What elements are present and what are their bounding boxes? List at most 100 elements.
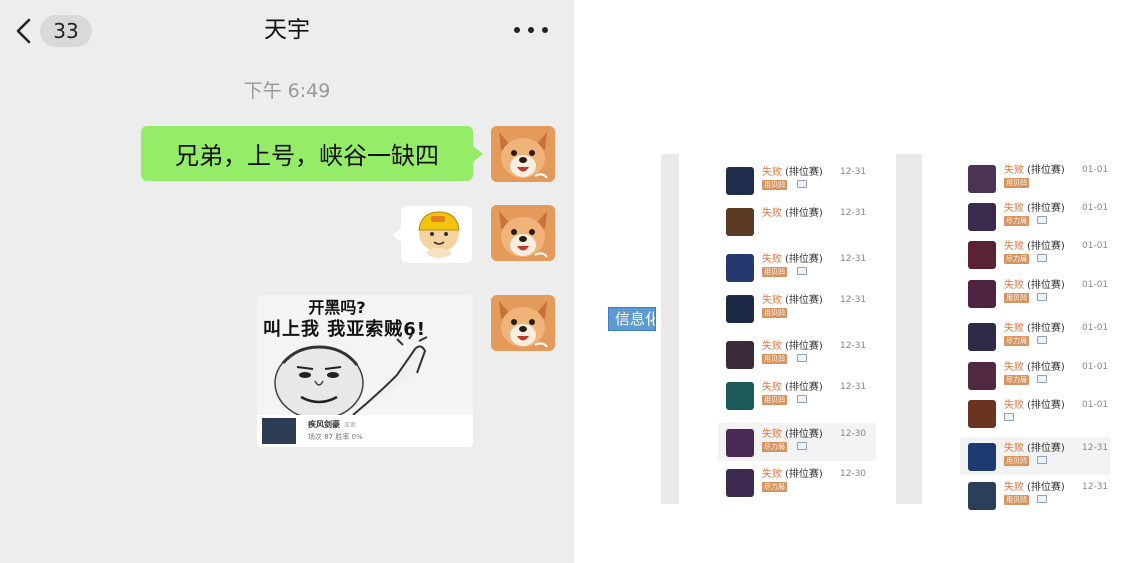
- match-date: 12-30: [840, 429, 867, 439]
- match-date: 01-01: [1082, 241, 1109, 251]
- match-tag-badge: 用贝凹: [762, 354, 787, 364]
- match-row[interactable]: 失败 (排位赛) 用贝凹 01-01: [960, 159, 1110, 197]
- match-row[interactable]: 失败 (排位赛) 用贝凹 12-31: [718, 335, 876, 373]
- match-tag-badge: 尽力局: [1004, 216, 1029, 226]
- sent-text-message[interactable]: 兄弟，上号，峡谷一缺四: [141, 126, 483, 181]
- more-dot-icon: [542, 27, 548, 33]
- image-icon: [797, 395, 807, 403]
- match-row[interactable]: 失败 (排位赛) 尽力局 12-30: [718, 423, 876, 461]
- avatar[interactable]: [491, 126, 555, 182]
- match-date: 12-31: [840, 382, 867, 392]
- image-icon: [1037, 254, 1047, 262]
- match-row[interactable]: 失败 (排位赛) 用贝凹 12-31: [960, 476, 1110, 514]
- result-text: 失败: [762, 429, 782, 440]
- result-text: 失败: [762, 469, 782, 480]
- image-icon: [1037, 375, 1047, 383]
- result-text: 失败: [762, 208, 782, 219]
- match-row[interactable]: 失败 (排位赛) 用贝凹 12-31: [718, 161, 876, 199]
- match-result: 失败 (排位赛): [1004, 358, 1065, 373]
- shiba-dog-avatar-icon: [491, 126, 555, 182]
- dog-helmet-sticker-icon: [418, 211, 460, 258]
- image-icon: [1037, 495, 1047, 503]
- match-result: 失败 (排位赛): [1004, 396, 1065, 411]
- match-mode: (排位赛): [785, 167, 823, 178]
- match-result: 失败 (排位赛): [762, 337, 823, 352]
- image-icon: [1037, 293, 1047, 301]
- match-date: 01-01: [1082, 165, 1109, 175]
- match-result: 失败 (排位赛): [1004, 319, 1065, 334]
- image-icon: [1037, 336, 1047, 344]
- match-mode: (排位赛): [1027, 323, 1065, 334]
- match-row[interactable]: 失败 (排位赛) 尽力局 12-30: [718, 463, 876, 501]
- match-mode: (排位赛): [785, 208, 823, 219]
- match-tag-badge: 用贝凹: [762, 308, 787, 318]
- shiba-dog-avatar-icon: [491, 205, 555, 261]
- match-row[interactable]: 失败 (排位赛) 01-01: [960, 394, 1110, 432]
- match-date: 12-31: [840, 208, 867, 218]
- match-tag-badge: 尽力局: [762, 482, 787, 492]
- champion-icon: [726, 469, 754, 497]
- match-mode: (排位赛): [1027, 165, 1065, 176]
- result-text: 失败: [1004, 400, 1024, 411]
- result-text: 失败: [1004, 241, 1024, 252]
- meme-game-card: 疾风剑豪 亚索 场次 87 胜率 0%: [257, 415, 473, 447]
- result-text: 失败: [762, 295, 782, 306]
- result-text: 失败: [1004, 203, 1024, 214]
- meme-face-illustration-icon: [274, 335, 428, 417]
- match-mode: (排位赛): [785, 254, 823, 265]
- match-row[interactable]: 失败 (排位赛) 尽力局 01-01: [960, 235, 1110, 273]
- match-result: 失败 (排位赛): [762, 204, 823, 219]
- match-tag-badge: 用贝凹: [762, 180, 787, 190]
- champion-icon: [968, 443, 996, 471]
- match-mode: (排位赛): [1027, 241, 1065, 252]
- match-result: 失败 (排位赛): [762, 378, 823, 393]
- match-mode: (排位赛): [1027, 443, 1065, 454]
- more-options-button[interactable]: [514, 24, 548, 36]
- match-date: 01-01: [1082, 400, 1109, 410]
- match-date: 01-01: [1082, 203, 1109, 213]
- champion-icon: [968, 482, 996, 510]
- match-result: 失败 (排位赛): [1004, 199, 1065, 214]
- match-result: 失败 (排位赛): [1004, 161, 1065, 176]
- sent-sticker-message[interactable]: [392, 206, 472, 263]
- result-text: 失败: [762, 382, 782, 393]
- result-text: 失败: [762, 167, 782, 178]
- champion-name: 疾风剑豪 亚索: [308, 420, 357, 429]
- match-history-panel: 失败 (排位赛) 用贝凹 12-31 失败 (排位赛) 12-31 失败 (排位赛) 用贝凹 12-…: [656, 149, 1125, 510]
- shiba-dog-avatar-icon: [491, 295, 555, 351]
- match-result: 失败 (排位赛): [762, 250, 823, 265]
- result-text: 失败: [1004, 443, 1024, 454]
- champion-icon: [726, 429, 754, 457]
- match-mode: (排位赛): [1027, 482, 1065, 493]
- match-result: 失败 (排位赛): [762, 465, 823, 480]
- match-row[interactable]: 失败 (排位赛) 尽力局 01-01: [960, 317, 1110, 355]
- match-row[interactable]: 失败 (排位赛) 12-31: [718, 202, 876, 240]
- match-tag-badge: 尽力局: [1004, 375, 1029, 385]
- sent-meme-image[interactable]: 开黑吗? 叫上我 我亚索贼6! 疾风剑豪 亚索 场次 87 胜率 0%: [257, 295, 473, 447]
- champion-icon: [726, 382, 754, 410]
- match-date: 01-01: [1082, 362, 1109, 372]
- result-text: 失败: [1004, 362, 1024, 373]
- match-row[interactable]: 失败 (排位赛) 尽力局 01-01: [960, 197, 1110, 235]
- avatar[interactable]: [491, 295, 555, 351]
- champion-stats: 场次 87 胜率 0%: [308, 433, 363, 441]
- champion-icon: [968, 241, 996, 269]
- result-text: 失败: [1004, 280, 1024, 291]
- match-row[interactable]: 失败 (排位赛) 尽力局 01-01: [960, 356, 1110, 394]
- match-result: 失败 (排位赛): [1004, 237, 1065, 252]
- champion-icon: [968, 203, 996, 231]
- image-icon: [797, 267, 807, 275]
- match-row[interactable]: 失败 (排位赛) 用贝凹 12-31: [718, 289, 876, 327]
- match-tag-badge: 尽力局: [762, 442, 787, 452]
- message-timestamp: 下午 6:49: [243, 80, 331, 102]
- match-row[interactable]: 失败 (排位赛) 用贝凹 01-01: [960, 274, 1110, 312]
- result-text: 失败: [762, 341, 782, 352]
- match-row[interactable]: 失败 (排位赛) 用贝凹 12-31: [960, 437, 1110, 475]
- match-row[interactable]: 失败 (排位赛) 用贝凹 12-31: [718, 248, 876, 286]
- match-row[interactable]: 失败 (排位赛) 用贝凹 12-31: [718, 376, 876, 414]
- match-date: 01-01: [1082, 323, 1109, 333]
- champion-icon: [726, 167, 754, 195]
- avatar[interactable]: [491, 205, 555, 261]
- champion-icon: [726, 341, 754, 369]
- match-date: 12-31: [840, 254, 867, 264]
